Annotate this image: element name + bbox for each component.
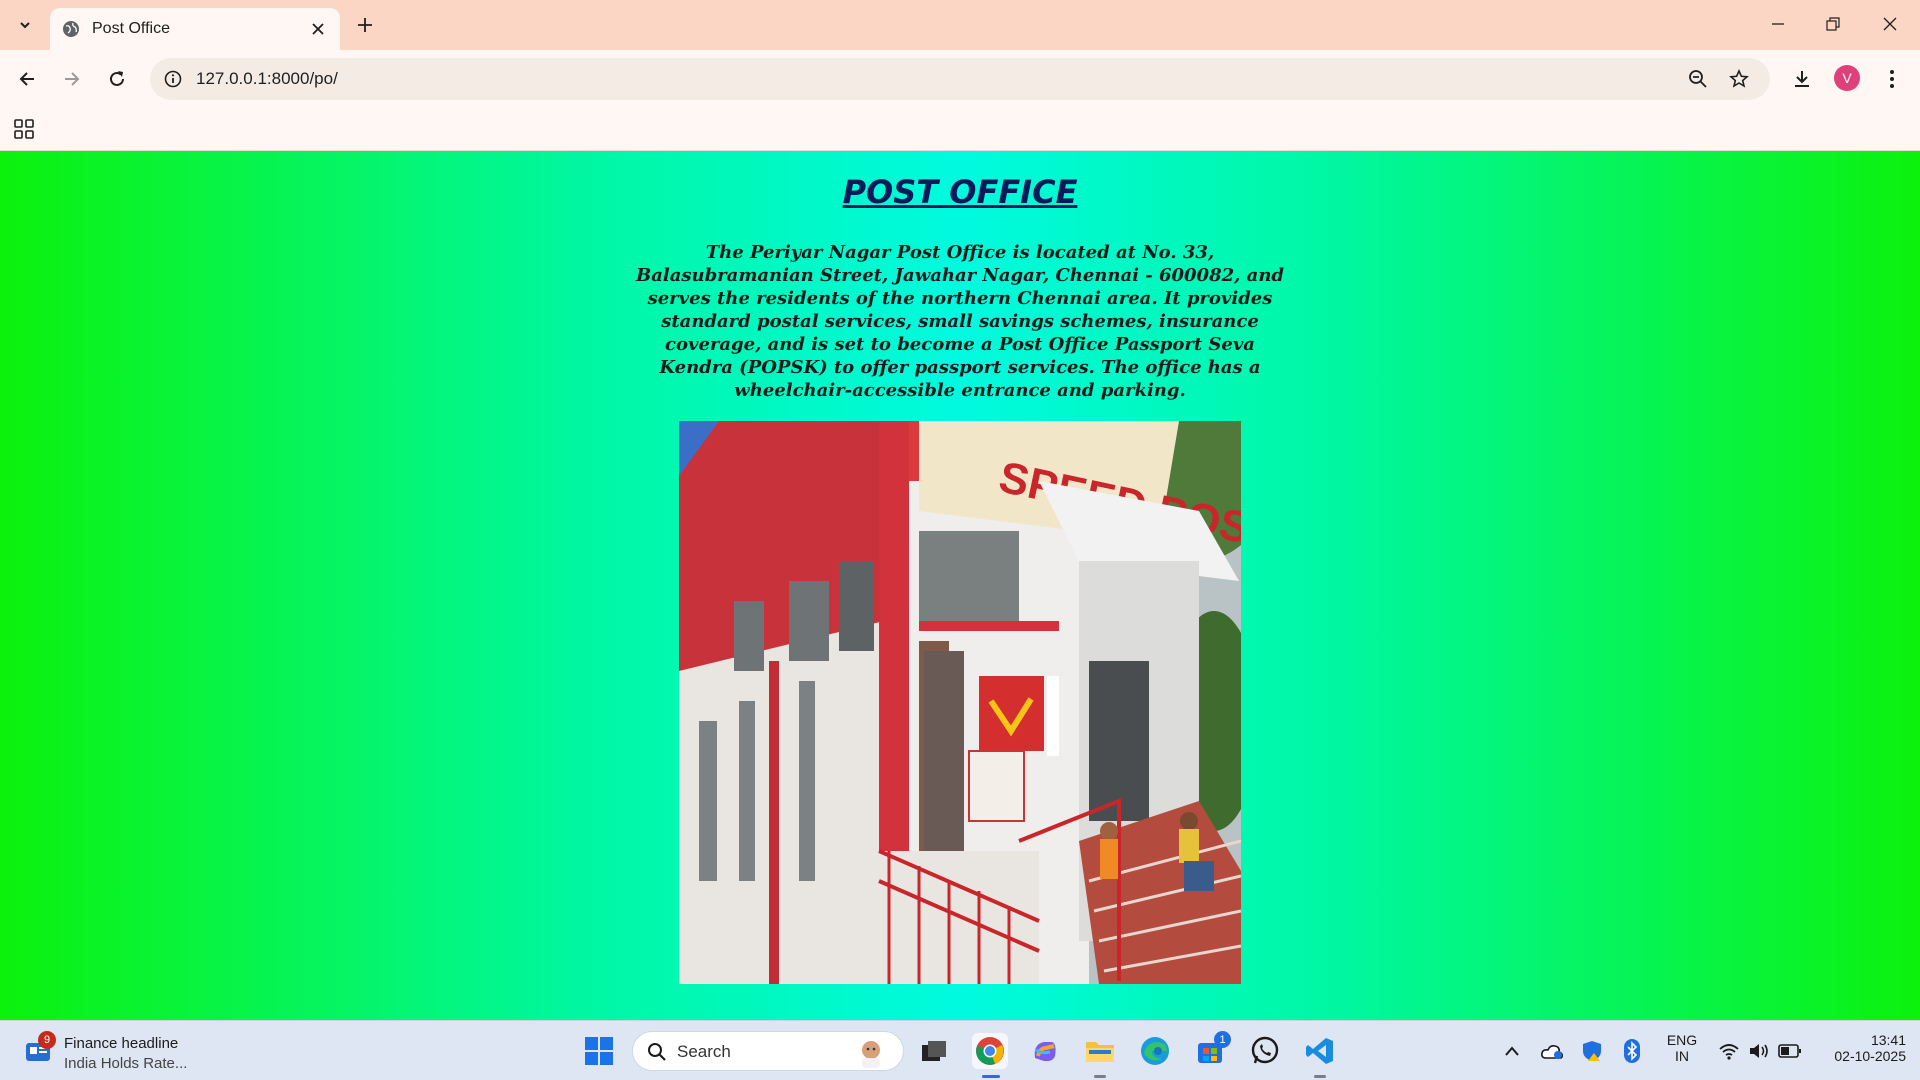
chrome-active-indicator (982, 1075, 1000, 1078)
post-office-description: The Periyar Nagar Post Office is located… (636, 242, 1284, 401)
folder-icon (1086, 1042, 1114, 1062)
news-headline: Finance headline (64, 1035, 179, 1052)
edge-icon (1141, 1037, 1169, 1065)
restore-icon (1826, 17, 1840, 31)
news-badge: 9 (38, 1031, 56, 1049)
news-subtitle: India Holds Rate... (64, 1055, 188, 1072)
url-text[interactable]: 127.0.0.1:8000/po/ (196, 69, 338, 89)
wifi-icon (1719, 1044, 1739, 1060)
battery-icon (1778, 1044, 1801, 1058)
quick-settings-button[interactable] (1710, 1033, 1810, 1069)
task-view-button[interactable] (916, 1033, 952, 1069)
task-view-icon (922, 1041, 946, 1061)
close-icon (1883, 17, 1897, 31)
arrow-right-icon (65, 72, 80, 86)
bookmarks-bar (0, 108, 1920, 151)
copilot-button[interactable] (1027, 1033, 1063, 1069)
store-badge: 1 (1214, 1031, 1231, 1048)
windows-logo-icon (585, 1037, 613, 1065)
language-code: ENG (1666, 1032, 1698, 1048)
explorer-running-indicator (1094, 1075, 1106, 1078)
page-title: POST OFFICE (842, 173, 1078, 211)
close-tab-icon[interactable] (308, 19, 328, 39)
download-icon (1795, 71, 1809, 87)
start-button[interactable] (581, 1033, 617, 1069)
profile-avatar[interactable]: V (1834, 65, 1860, 91)
whatsapp-icon (1251, 1036, 1279, 1064)
globe-icon (63, 21, 79, 37)
show-hidden-icons-button[interactable] (1494, 1033, 1530, 1069)
volume-icon (1750, 1044, 1768, 1058)
search-label: Search (677, 1042, 731, 1061)
chrome-taskbar-button[interactable] (972, 1033, 1008, 1069)
vscode-running-indicator (1314, 1075, 1326, 1078)
clock-date: 02-10-2025 (1834, 1048, 1906, 1064)
tab-title: Post Office (92, 20, 170, 37)
close-window-button[interactable] (1870, 8, 1910, 40)
windows-taskbar: 9 Finance headline India Holds Rate... S… (0, 1020, 1920, 1080)
clock[interactable]: 13:41 02-10-2025 (1810, 1032, 1906, 1064)
chevron-down-icon (20, 22, 30, 29)
search-highlight-icon (862, 1041, 880, 1068)
minimize-button[interactable] (1758, 8, 1798, 40)
address-bar[interactable]: 127.0.0.1:8000/po/ (150, 58, 1770, 100)
security-tray-icon[interactable] (1574, 1033, 1610, 1069)
new-tab-button[interactable] (352, 12, 378, 38)
downloads-button[interactable] (1786, 63, 1818, 95)
search-icon (648, 1043, 666, 1061)
minimize-icon (1772, 23, 1784, 25)
apps-grid-icon[interactable] (13, 118, 35, 140)
site-info-icon[interactable] (162, 68, 184, 90)
file-explorer-button[interactable] (1082, 1033, 1118, 1069)
menu-button[interactable] (1876, 63, 1908, 95)
copilot-icon (1034, 1042, 1056, 1062)
edge-button[interactable] (1137, 1033, 1173, 1069)
chevron-up-icon (1505, 1046, 1519, 1056)
whatsapp-button[interactable] (1247, 1033, 1283, 1069)
region-code: IN (1675, 1048, 1689, 1064)
bookmark-star-icon[interactable] (1728, 68, 1750, 90)
reload-button[interactable] (101, 63, 133, 95)
bluetooth-tray-icon[interactable] (1614, 1033, 1650, 1069)
zoom-icon[interactable] (1687, 68, 1709, 90)
arrow-left-icon (19, 72, 34, 86)
shield-icon (1583, 1041, 1601, 1061)
vscode-icon (1306, 1038, 1333, 1064)
language-indicator[interactable]: ENG IN (1660, 1032, 1704, 1064)
back-button[interactable] (11, 63, 43, 95)
restore-button[interactable] (1813, 8, 1853, 40)
reload-icon (110, 71, 124, 86)
onedrive-tray-icon[interactable] (1534, 1033, 1570, 1069)
post-office-photo: SPEED POST (679, 421, 1241, 984)
cloud-icon (1541, 1045, 1563, 1059)
plus-icon (358, 18, 372, 32)
browser-toolbar: 127.0.0.1:8000/po/ V (0, 50, 1920, 108)
bluetooth-icon (1624, 1039, 1640, 1063)
tab-strip: Post Office (0, 0, 1920, 50)
more-vertical-icon (1890, 70, 1894, 88)
chrome-icon (976, 1037, 1004, 1065)
tab-search-button[interactable] (8, 9, 42, 41)
page-viewport: POST OFFICE The Periyar Nagar Post Offic… (0, 151, 1920, 1020)
taskbar-search[interactable]: Search (632, 1031, 904, 1071)
tab-post-office[interactable]: Post Office (50, 8, 340, 50)
forward-button[interactable] (56, 63, 88, 95)
clock-time: 13:41 (1870, 1032, 1906, 1048)
vscode-button[interactable] (1302, 1033, 1338, 1069)
news-widget[interactable]: 9 Finance headline India Holds Rate... (22, 1029, 192, 1073)
